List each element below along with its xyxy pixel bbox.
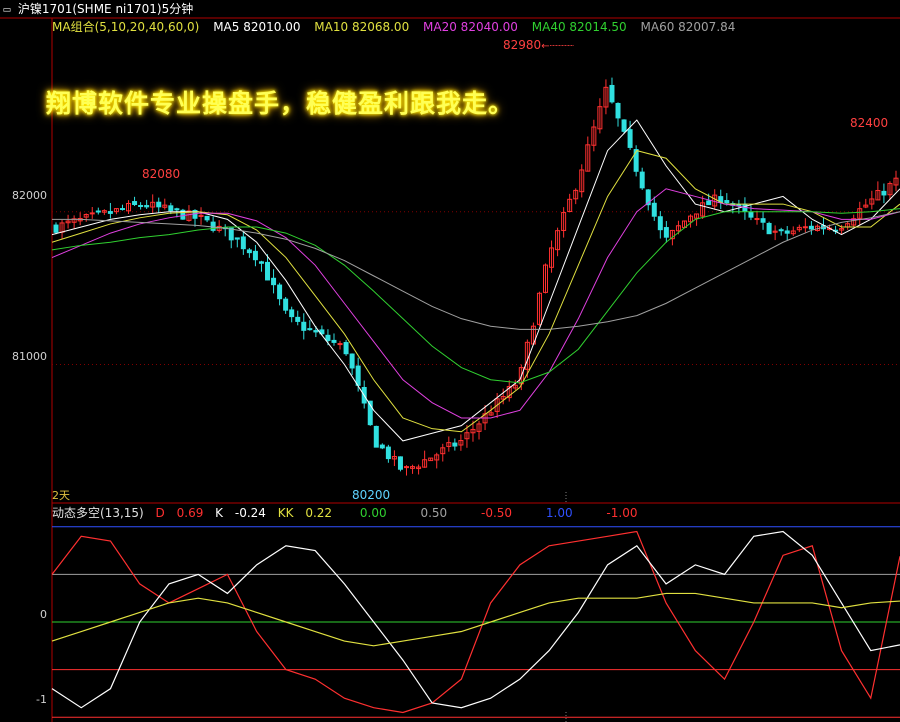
d-value: 0.69: [176, 506, 204, 520]
candle-body: [331, 339, 337, 343]
range-label: 2天: [52, 489, 70, 502]
annotation-low: 80200: [352, 488, 391, 502]
candle-body: [277, 284, 283, 300]
candle-body: [379, 444, 385, 449]
candle-body: [132, 201, 138, 206]
ma60-label: MA60 82007.84: [640, 20, 736, 34]
price-axis-label-81000: 81000: [12, 350, 47, 363]
candle-body: [258, 261, 264, 264]
candle-body: [204, 215, 210, 221]
candle-body: [246, 249, 252, 254]
candle-body: [313, 330, 319, 333]
candle-body: [53, 224, 59, 233]
candle-body: [784, 230, 790, 234]
annotation-left-high: 82080: [142, 167, 181, 181]
candle-body: [452, 442, 458, 447]
candle-body: [627, 129, 633, 148]
level-0-5: 0.50: [420, 506, 448, 520]
level-0: 0.00: [359, 506, 387, 520]
level-minus-0-5: -0.50: [480, 506, 513, 520]
candle-body: [615, 102, 621, 119]
window-menu-icon[interactable]: ▭: [0, 0, 14, 18]
ma-group-label[interactable]: MA组合(5,10,20,40,60,0): [52, 20, 199, 34]
candle-body: [385, 446, 391, 460]
annotation-high: 82980←┈┈┈┈: [503, 38, 574, 52]
indicator-axis-minus-1: -1: [36, 693, 47, 706]
series-ma60-line: [52, 211, 900, 330]
chart-window: ▭ 沪镍1701(SHME ni1701)5分钟 MA组合(5,10,20,40…: [0, 0, 900, 722]
candle-body: [89, 212, 95, 215]
indicator-legend: 动态多空(13,15) D 0.69 K -0.24 KK 0.22 0.00 …: [52, 505, 645, 521]
candle-body: [343, 342, 349, 355]
candle-body: [778, 229, 784, 232]
candle-body: [138, 204, 144, 207]
candle-body: [663, 227, 669, 238]
series-ma20-line: [51, 188, 900, 419]
kk-label: KK: [277, 506, 294, 520]
indicator-name[interactable]: 动态多空(13,15): [52, 506, 144, 520]
candle-body: [168, 205, 174, 212]
candle-body: [657, 216, 663, 231]
series-ma10-line: [51, 150, 900, 433]
candle-body: [802, 226, 808, 229]
candle-body: [174, 208, 180, 211]
indicator-k-line: [51, 530, 900, 709]
candle-body: [283, 298, 289, 311]
candle-body: [144, 205, 150, 208]
candle-body: [119, 208, 125, 211]
ma5-label: MA5 82010.00: [213, 20, 301, 34]
ma20-label: MA20 82040.00: [423, 20, 518, 34]
candle-body: [639, 171, 645, 189]
ma10-label: MA10 82068.00: [314, 20, 410, 34]
candle-body: [706, 200, 712, 206]
candle-body: [633, 149, 639, 172]
candle-body: [724, 200, 730, 204]
k-value: -0.24: [234, 506, 266, 520]
annotation-right-high: 82400: [850, 116, 889, 130]
window-title: 沪镍1701(SHME ni1701)5分钟: [17, 2, 194, 16]
candle-body: [156, 201, 162, 208]
candle-body: [355, 365, 361, 386]
candle-body: [651, 202, 657, 217]
series-ma40-line: [51, 208, 900, 384]
candle-body: [295, 316, 301, 322]
candle-body: [271, 277, 277, 286]
candle-body: [265, 261, 271, 281]
candle-body: [621, 119, 627, 132]
candle-body: [228, 227, 234, 241]
candle-body: [754, 218, 760, 221]
candle-body: [609, 84, 615, 103]
candle-body: [766, 222, 772, 235]
candle-body: [234, 237, 240, 240]
candle-body: [240, 236, 246, 250]
candle-body: [107, 211, 113, 214]
candle-body: [95, 210, 101, 213]
ma40-label: MA40 82014.50: [531, 20, 627, 34]
candle-body: [808, 225, 814, 230]
title-bar: ▭ 沪镍1701(SHME ni1701)5分钟: [0, 0, 900, 18]
candle-body: [307, 328, 313, 331]
candle-body: [301, 321, 307, 331]
promo-banner: 翔博软件专业操盘手，稳健盈利跟我走。: [46, 89, 515, 118]
price-axis-label-82000: 82000: [12, 189, 47, 202]
ma-legend: MA组合(5,10,20,40,60,0) MA5 82010.00 MA10 …: [52, 19, 745, 35]
kk-value: 0.22: [305, 506, 333, 520]
candle-body: [404, 466, 410, 469]
candle-body: [736, 203, 742, 207]
candle-body: [349, 353, 355, 369]
d-label: D: [155, 506, 165, 520]
candle-body: [325, 334, 331, 341]
candle-body: [760, 218, 766, 223]
level-1: 1.00: [545, 506, 573, 520]
candle-body: [373, 425, 379, 448]
level-minus-1: -1.00: [606, 506, 638, 520]
candle-body: [397, 456, 403, 470]
candle-body: [881, 190, 887, 196]
k-label: K: [215, 506, 224, 520]
indicator-axis-0: 0: [40, 608, 47, 621]
candle-body: [252, 250, 258, 261]
indicator-kk-line: [51, 592, 900, 647]
candle-body: [289, 309, 295, 318]
candle-body: [748, 211, 754, 218]
